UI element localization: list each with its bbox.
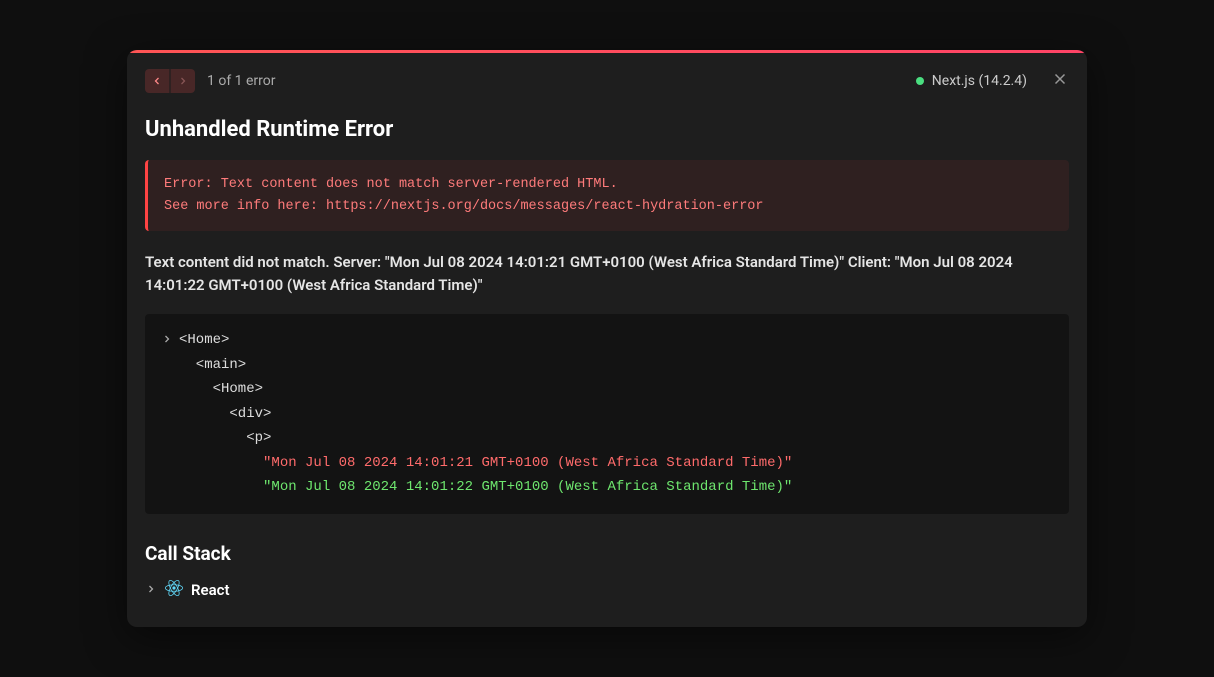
tree-line: <Home>	[161, 328, 1053, 353]
tree-line: <div>	[161, 402, 1053, 427]
callstack-item[interactable]: React	[145, 577, 1069, 603]
next-error-button[interactable]	[171, 69, 195, 93]
overlay-content: Unhandled Runtime Error Error: Text cont…	[127, 117, 1087, 627]
error-line-1: Error: Text content does not match serve…	[164, 177, 618, 192]
chevron-right-icon	[145, 581, 157, 599]
callstack-title: Call Stack	[145, 542, 1069, 565]
framework-version: Next.js (14.2.4)	[916, 73, 1027, 89]
error-overlay: 1 of 1 error Next.js (14.2.4) Unhandled …	[127, 50, 1087, 627]
react-logo-icon	[165, 579, 183, 601]
error-message-block: Error: Text content does not match serve…	[145, 160, 1069, 231]
tree-line: <p>	[161, 426, 1053, 451]
version-text: Next.js (14.2.4)	[932, 73, 1027, 89]
tree-line: <main>	[161, 353, 1053, 378]
mismatch-description: Text content did not match. Server: "Mon…	[145, 251, 1069, 296]
diff-removed-line: "Mon Jul 08 2024 14:01:21 GMT+0100 (West…	[161, 451, 1053, 476]
tree-line: <Home>	[161, 377, 1053, 402]
error-counter: 1 of 1 error	[207, 73, 276, 89]
component-tree: <Home> <main> <Home> <div> <p> "Mon Jul …	[145, 314, 1069, 514]
chevron-right-icon[interactable]	[161, 328, 175, 353]
close-button[interactable]	[1051, 70, 1069, 92]
prev-error-button[interactable]	[145, 69, 169, 93]
overlay-header: 1 of 1 error Next.js (14.2.4)	[127, 53, 1087, 109]
status-dot-icon	[916, 77, 924, 85]
diff-added-line: "Mon Jul 08 2024 14:01:22 GMT+0100 (West…	[161, 475, 1053, 500]
error-line-2: See more info here: https://nextjs.org/d…	[164, 199, 764, 214]
error-title: Unhandled Runtime Error	[145, 117, 1069, 142]
callstack-label: React	[191, 581, 230, 599]
error-navigation	[145, 69, 195, 93]
